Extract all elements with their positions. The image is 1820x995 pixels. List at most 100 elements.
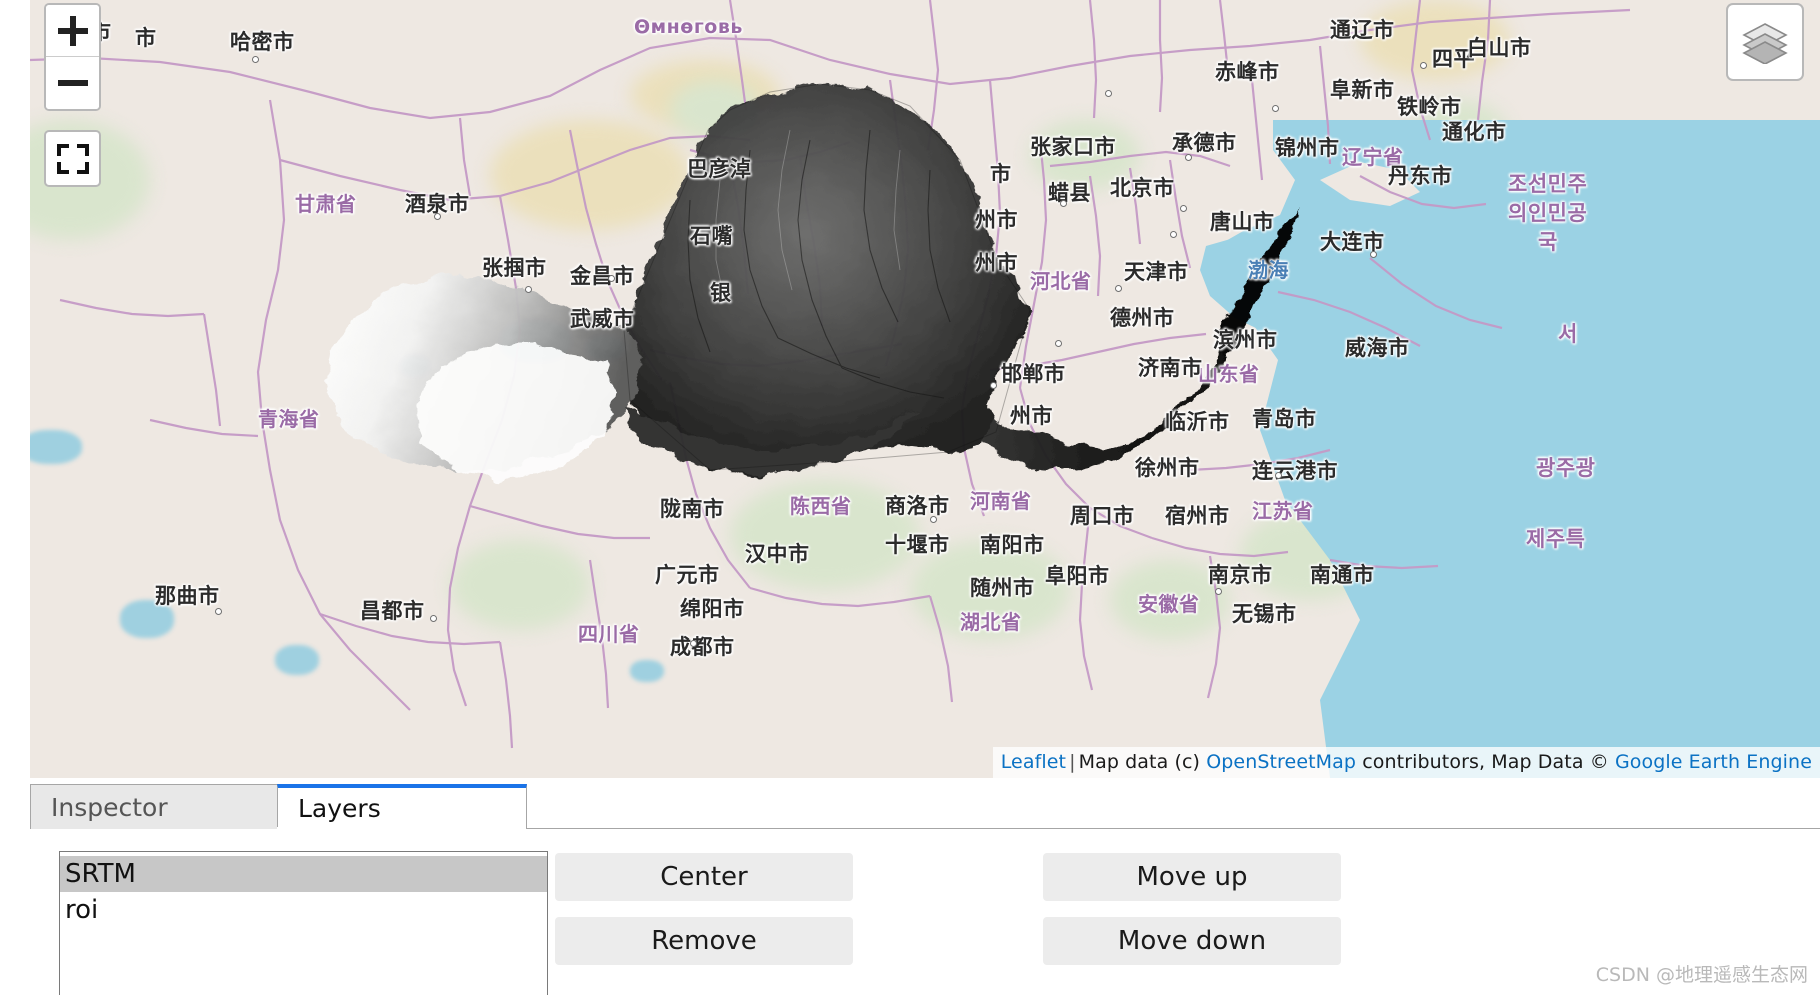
map-label: 临沂市 <box>1165 410 1230 434</box>
map-label: 江苏省 <box>1252 499 1314 523</box>
map-label: 汉中市 <box>745 542 810 566</box>
layer-list[interactable]: SRTM roi <box>59 851 548 995</box>
plus-icon <box>57 15 88 46</box>
map-label: 市 <box>990 162 1012 186</box>
minus-icon <box>57 68 88 98</box>
city-dot <box>1105 90 1112 97</box>
city-dot <box>525 286 532 293</box>
city-dot <box>1215 588 1222 595</box>
map-label: 商洛市 <box>885 494 950 518</box>
openstreetmap-link[interactable]: OpenStreetMap <box>1206 751 1356 773</box>
map-label: 周口市 <box>1070 504 1135 528</box>
map-label: 十堰市 <box>885 533 950 557</box>
map-label: 渤海 <box>1248 258 1289 282</box>
city-dot <box>1055 340 1062 347</box>
city-dot <box>930 516 937 523</box>
layer-name: roi <box>65 895 99 925</box>
map-label: 银 <box>710 281 732 305</box>
city-dot <box>434 213 441 220</box>
map-label: 邯郸市 <box>1001 362 1066 386</box>
city-dot <box>1115 285 1122 292</box>
zoom-control[interactable] <box>44 3 101 111</box>
map-label: 陈西省 <box>790 494 852 518</box>
map-label: 白山市 <box>1467 36 1532 60</box>
map-label: 赤峰市 <box>1215 60 1280 84</box>
map-label: 威海市 <box>1345 336 1410 360</box>
map-label: 济南市 <box>1138 356 1203 380</box>
zoom-out-button[interactable] <box>46 57 99 109</box>
tab-layers[interactable]: Layers <box>277 784 527 829</box>
city-dot <box>1275 472 1282 479</box>
attribution-separator: | <box>1069 751 1076 773</box>
map-label: 张掴市 <box>482 256 547 280</box>
map-label: 唐山市 <box>1210 210 1275 234</box>
move-up-button[interactable]: Move up <box>1043 853 1341 901</box>
tab-inspector[interactable]: Inspector <box>30 784 278 829</box>
leaflet-link[interactable]: Leaflet <box>1001 751 1066 773</box>
map-label: Θмнөговь <box>634 16 743 38</box>
map-canvas[interactable]: 哈密市 Θмнөговь 甘肃省 酒泉市 巴彦淖 张家口市 承德市 锦州市 辽宁省 赤峰市 阜新市铁… <box>30 0 1820 778</box>
map-label: 河北省 <box>1030 269 1092 293</box>
map-label: 蜡县 <box>1048 181 1091 205</box>
application-root: 哈密市 Θмнөговь 甘肃省 酒泉市 巴彦淖 张家口市 承德市 锦州市 辽宁省 赤峰市 阜新市铁… <box>0 0 1820 995</box>
city-dot <box>252 56 259 63</box>
active-tab-underline-mask <box>277 827 520 830</box>
fullscreen-button[interactable] <box>44 130 101 187</box>
layer-list-item-roi[interactable]: roi <box>60 892 547 928</box>
map-label: 丹东市 <box>1388 164 1453 188</box>
google-earth-engine-link[interactable]: Google Earth Engine <box>1615 751 1812 773</box>
city-dot <box>1370 251 1377 258</box>
map-label: 山东省 <box>1198 362 1260 386</box>
map-label: 连云港市 <box>1252 459 1338 483</box>
city-dot <box>690 640 697 647</box>
center-button[interactable]: Center <box>555 853 853 901</box>
map-label: 四川省 <box>578 622 640 646</box>
city-dot <box>1180 205 1187 212</box>
map-label: 州市 <box>1010 404 1053 428</box>
map-label: 青海省 <box>258 407 320 431</box>
map-label: 湖北省 <box>960 610 1022 634</box>
layers-control-button[interactable] <box>1726 3 1804 81</box>
map-label: 南通市 <box>1310 563 1375 587</box>
remove-button[interactable]: Remove <box>555 917 853 965</box>
layer-name: SRTM <box>65 859 136 889</box>
city-dot <box>608 275 615 282</box>
map-container[interactable]: 哈密市 Θмнөговь 甘肃省 酒泉市 巴彦淖 张家口市 承德市 锦州市 辽宁省 赤峰市 阜新市铁… <box>30 0 1820 778</box>
map-label: 阜新市 <box>1330 78 1395 102</box>
layer-list-item-srtm[interactable]: SRTM <box>60 856 547 892</box>
layers-stack-icon <box>1742 23 1788 64</box>
map-label: 河南省 <box>970 489 1032 513</box>
map-label: 青岛市 <box>1252 407 1317 431</box>
map-label: 조선민주 <box>1508 172 1588 196</box>
city-dot <box>430 615 437 622</box>
map-label: 广元市 <box>655 563 720 587</box>
map-label: 徐州市 <box>1135 456 1200 480</box>
map-label: 成都市 <box>670 635 735 659</box>
map-attribution: Leaflet | Map data (c) OpenStreetMap contr… <box>992 747 1820 778</box>
map-label: 锦州市 <box>1275 136 1340 160</box>
move-down-button[interactable]: Move down <box>1043 917 1341 965</box>
map-label: 石嘴 <box>690 224 733 248</box>
map-label: 巴彦淖 <box>687 157 752 181</box>
tab-inspector-label: Inspector <box>51 792 168 822</box>
map-label: 市 <box>135 26 157 50</box>
map-label: 국 <box>1538 230 1558 254</box>
map-label: 州市 <box>975 208 1018 232</box>
map-label: 哈密市 <box>230 30 295 54</box>
map-label: 南京市 <box>1208 563 1273 587</box>
city-dot <box>1170 231 1177 238</box>
map-label: 通辽市 <box>1330 18 1395 42</box>
map-label: 张家口市 <box>1030 135 1116 159</box>
fullscreen-icon <box>56 143 89 174</box>
attribution-mapdata-prefix: Map data (c) <box>1078 751 1201 773</box>
bottom-panel: Inspector Layers SRTM roi Center Remove … <box>0 784 1820 995</box>
map-label: 北京市 <box>1110 176 1175 200</box>
map-label: 无锡市 <box>1232 602 1297 626</box>
map-label: 金昌市 <box>570 264 635 288</box>
zoom-in-button[interactable] <box>46 5 99 57</box>
map-label: 陇南市 <box>660 497 725 521</box>
map-vector-layer <box>30 0 1820 778</box>
tab-bar: Inspector Layers <box>30 784 527 829</box>
map-label: 광주광 <box>1536 456 1596 480</box>
map-label: 昌都市 <box>360 599 425 623</box>
